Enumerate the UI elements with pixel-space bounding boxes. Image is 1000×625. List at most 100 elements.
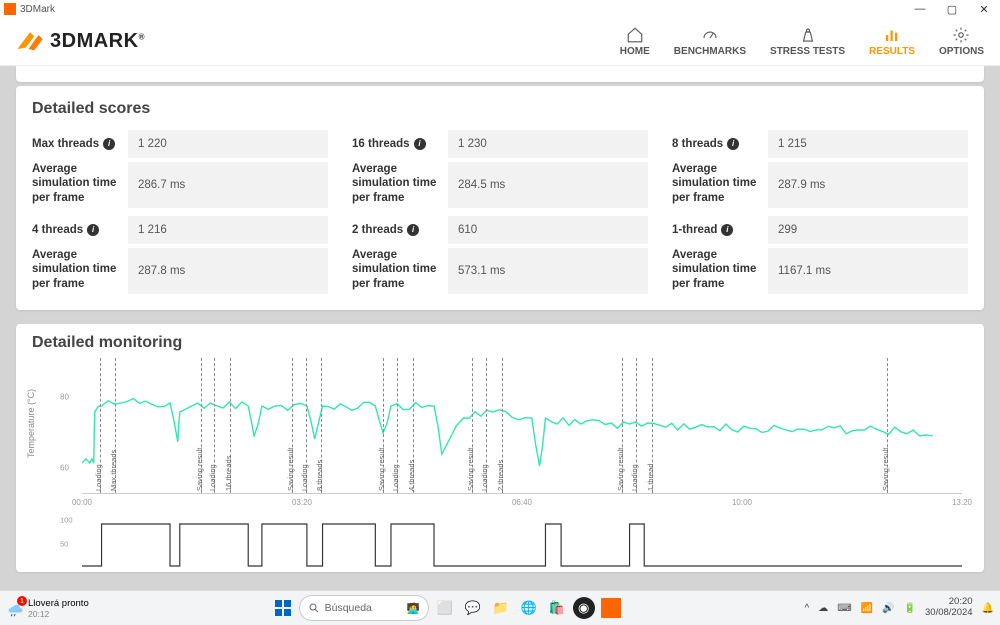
nav-home-label: HOME — [620, 46, 650, 57]
phase-marker: Saving result — [292, 358, 293, 493]
nav-stress-tests[interactable]: STRESS TESTS — [770, 26, 845, 57]
phase-label: Loading — [391, 464, 400, 491]
taskbar-app-steam[interactable]: ◉ — [573, 597, 595, 619]
avg-value: 287.8 ms — [128, 248, 328, 294]
gauge-icon — [701, 26, 719, 44]
info-icon[interactable]: i — [407, 224, 419, 236]
tray-volume-icon[interactable]: 🔊 — [882, 603, 894, 614]
taskbar-app-explorer[interactable]: 📁 — [489, 596, 513, 620]
score-row: 1-thread i 299 — [672, 216, 968, 244]
phase-label: 1 thread — [646, 463, 655, 491]
window-title: 3DMark — [20, 4, 55, 15]
detailed-monitoring-card: Detailed monitoring Temperature (°C) 80 … — [16, 324, 984, 572]
nav-options-label: OPTIONS — [939, 46, 984, 57]
detailed-scores-card: Detailed scores Max threads i 1 220 Aver… — [16, 86, 984, 310]
score-row: 4 threads i 1 216 — [32, 216, 328, 244]
avg-value: 284.5 ms — [448, 162, 648, 208]
start-button[interactable] — [271, 596, 295, 620]
score-avg-row: Average simulation time per frame 573.1 … — [352, 248, 648, 294]
weather-icon — [6, 599, 24, 617]
phase-marker: Loading — [486, 358, 487, 493]
phase-marker: Loading — [636, 358, 637, 493]
clock-date: 30/08/2024 — [925, 608, 973, 619]
taskbar-app-3dmark[interactable] — [599, 596, 623, 620]
util-ytick: 50 — [60, 540, 68, 549]
ytick: 60 — [60, 464, 69, 473]
weight-icon — [799, 26, 817, 44]
taskbar-app-edge[interactable]: 🌐 — [517, 596, 541, 620]
home-icon — [626, 26, 644, 44]
tray-chevron-icon[interactable]: ^ — [805, 603, 810, 614]
weather-time: 20:12 — [28, 609, 89, 619]
avg-value: 1167.1 ms — [768, 248, 968, 294]
app-header: 3DMARK® HOME BENCHMARKS STRESS TESTS RES… — [0, 18, 1000, 66]
task-view-button[interactable]: ⬜ — [433, 596, 457, 620]
nav-stress-label: STRESS TESTS — [770, 46, 845, 57]
taskbar-weather[interactable]: Lloverá pronto 20:12 — [6, 598, 89, 619]
gear-icon — [952, 26, 970, 44]
nav-home[interactable]: HOME — [620, 26, 650, 57]
app-logo: 3DMARK® — [16, 28, 145, 56]
scores-grid: Max threads i 1 220 Average simulation t… — [32, 130, 968, 294]
score-row: Max threads i 1 220 — [32, 130, 328, 158]
score-label: 16 threads i — [352, 130, 448, 158]
phase-marker: Saving result — [201, 358, 202, 493]
avg-label: Average simulation time per frame — [32, 162, 128, 208]
info-icon[interactable]: i — [414, 138, 426, 150]
phase-label: Loading — [630, 464, 639, 491]
xtick: 13:20 — [952, 498, 972, 507]
tray-wifi-icon[interactable]: 📶 — [861, 603, 873, 614]
score-label: 4 threads i — [32, 216, 128, 244]
avg-value: 286.7 ms — [128, 162, 328, 208]
notifications-icon[interactable]: 🔔 — [982, 603, 994, 614]
scores-title: Detailed scores — [32, 100, 968, 118]
close-button[interactable]: ✕ — [968, 3, 1000, 16]
avg-label: Average simulation time per frame — [352, 162, 448, 208]
info-icon[interactable]: i — [721, 224, 733, 236]
phase-label: Max threads — [109, 450, 118, 491]
phase-marker: Saving result — [622, 358, 623, 493]
windows-taskbar: Lloverá pronto 20:12 Búsqueda 🧑‍💻 ⬜ 💬 📁 … — [0, 590, 1000, 625]
tray-language-icon[interactable]: ⌨ — [837, 603, 851, 614]
info-icon[interactable]: i — [87, 224, 99, 236]
nav-benchmarks[interactable]: BENCHMARKS — [674, 26, 746, 57]
phase-label: Saving result — [195, 448, 204, 491]
score-avg-row: Average simulation time per frame 1167.1… — [672, 248, 968, 294]
results-icon — [883, 26, 901, 44]
phase-marker: 16 threads — [230, 358, 231, 493]
search-placeholder: Búsqueda — [325, 602, 372, 614]
xtick: 10:00 — [732, 498, 752, 507]
phase-marker: Loading — [100, 358, 101, 493]
phase-marker: 8 threads — [321, 358, 322, 493]
phase-marker: Saving result — [383, 358, 384, 493]
temp-y-axis-label: Temperature (°C) — [26, 389, 36, 458]
score-label: 8 threads i — [672, 130, 768, 158]
info-icon[interactable]: i — [103, 138, 115, 150]
taskbar-app-store[interactable]: 🛍️ — [545, 596, 569, 620]
tray-onedrive-icon[interactable]: ☁ — [818, 603, 828, 614]
phase-label: 4 threads — [407, 460, 416, 491]
score-row: 16 threads i 1 230 — [352, 130, 648, 158]
minimize-button[interactable]: — — [904, 3, 936, 15]
nav-results[interactable]: RESULTS — [869, 26, 915, 57]
app-icon — [4, 3, 16, 15]
phase-label: Saving result — [616, 448, 625, 491]
avg-label: Average simulation time per frame — [32, 248, 128, 294]
xtick: 00:00 — [72, 498, 92, 507]
nav-results-label: RESULTS — [869, 46, 915, 57]
tray-battery-icon[interactable]: 🔋 — [904, 603, 916, 614]
util-svg — [82, 520, 962, 568]
score-avg-row: Average simulation time per frame 287.8 … — [32, 248, 328, 294]
phase-marker: Loading — [214, 358, 215, 493]
avg-value: 287.9 ms — [768, 162, 968, 208]
nav-options[interactable]: OPTIONS — [939, 26, 984, 57]
taskbar-clock[interactable]: 20:20 30/08/2024 — [925, 597, 973, 619]
phase-label: Loading — [480, 464, 489, 491]
info-icon[interactable]: i — [727, 138, 739, 150]
taskbar-app-chat[interactable]: 💬 — [461, 596, 485, 620]
weather-text: Lloverá pronto — [28, 598, 89, 609]
taskbar-search[interactable]: Búsqueda 🧑‍💻 — [299, 595, 429, 621]
maximize-button[interactable]: ▢ — [936, 3, 968, 16]
score-row: 8 threads i 1 215 — [672, 130, 968, 158]
phase-label: Saving result — [377, 448, 386, 491]
